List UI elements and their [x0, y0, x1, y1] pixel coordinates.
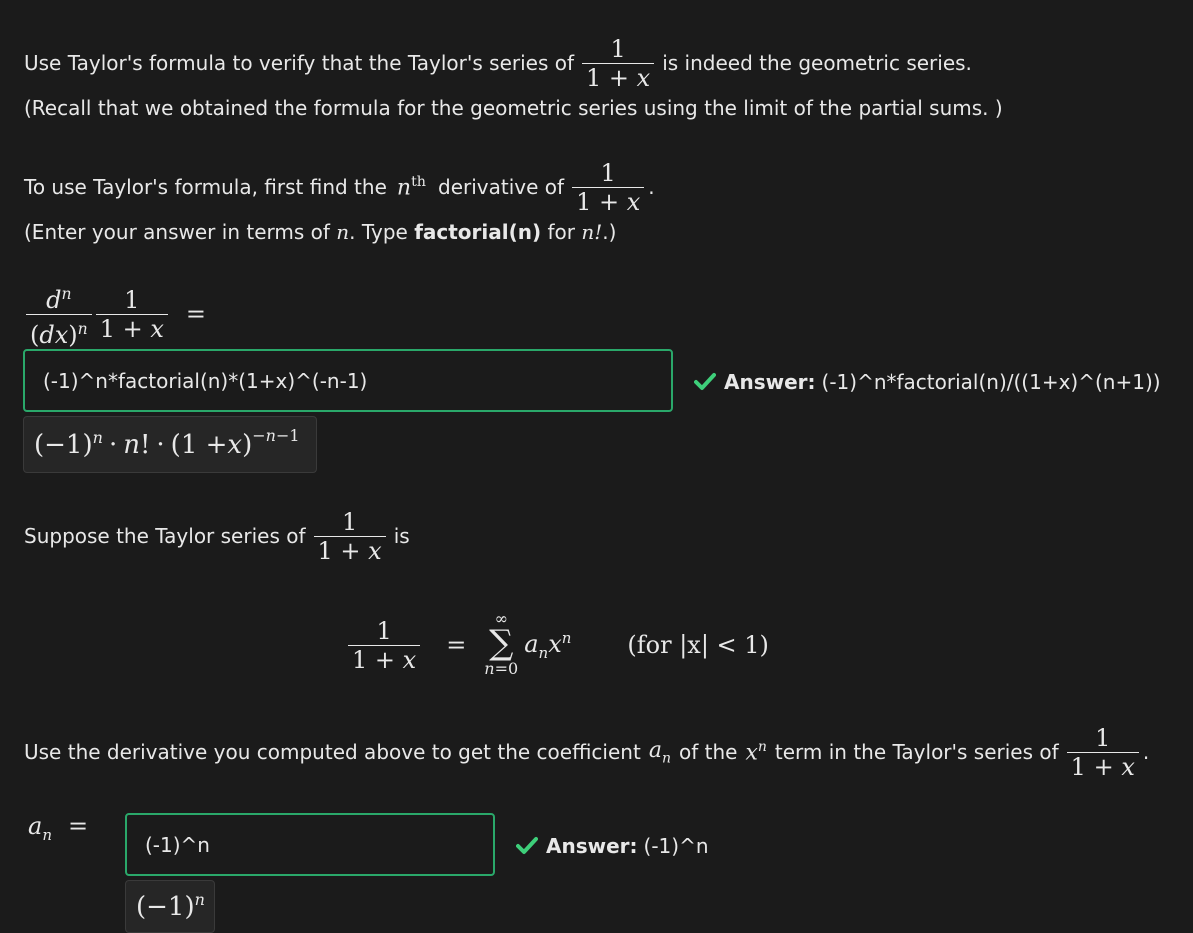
check-icon	[516, 837, 538, 854]
derivative-preview: (−1) n · n! · (1 + x) −n−1	[23, 416, 317, 473]
prompt-text-1a: Use Taylor's formula to verify that the …	[24, 51, 575, 75]
an-label: an =	[28, 812, 89, 844]
coefficient-preview: (−1) n	[125, 880, 215, 933]
part1-intro: To use Taylor's formula, first find the …	[24, 158, 655, 216]
prompt-line-2: (Recall that we obtained the formula for…	[24, 96, 1003, 120]
derivative-expression: dn (dx)n 1 1 + x =	[26, 278, 206, 350]
sigma-symbol: ∞ ∑ n=0	[484, 609, 519, 678]
fraction-1-over-1-plus-x: 1 1 + x	[572, 159, 645, 216]
fraction-1-over-1-plus-x: 1 1 + x	[582, 35, 655, 92]
series-equation: 1 1 + x = ∞ ∑ n=0 anxn (for |x| < 1)	[340, 600, 769, 690]
check-icon	[694, 373, 716, 390]
series-condition: (for |x| < 1)	[627, 631, 769, 659]
part2-suppose: Suppose the Taylor series of 1 1 + x is	[24, 507, 410, 565]
derivative-answer-input[interactable]: (-1)^n*factorial(n)*(1+x)^(-n-1)	[23, 349, 673, 412]
coefficient-answer-input[interactable]: (-1)^n	[125, 813, 495, 876]
fraction-1-over-1-plus-x: 1 1 + x	[313, 508, 386, 565]
coefficient-answer-feedback: Answer: (-1)^n	[516, 834, 709, 858]
part2-instruction: Use the derivative you computed above to…	[24, 723, 1150, 781]
prompt-line-1: Use Taylor's formula to verify that the …	[24, 28, 972, 98]
prompt-text-1b: is indeed the geometric series.	[662, 51, 972, 75]
part1-hint: (Enter your answer in terms of n. Type f…	[24, 220, 617, 244]
derivative-answer-feedback: Answer: (-1)^n*factorial(n)/((1+x)^(n+1)…	[694, 370, 1161, 394]
